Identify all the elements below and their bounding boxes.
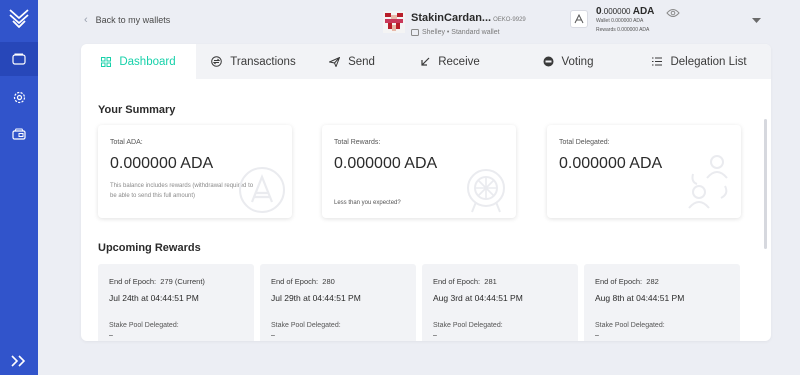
wallet-id: OEKO-9929 xyxy=(493,17,526,23)
back-to-wallets-link[interactable]: ‹ Back to my wallets xyxy=(84,14,170,26)
wallets-icon xyxy=(12,53,26,65)
yoroi-logo-icon xyxy=(9,9,29,28)
less-than-expected-link[interactable]: Less than you expected? xyxy=(334,200,401,206)
scrollbar[interactable] xyxy=(764,119,767,249)
top-bar: ‹ Back to my wallets StakinCardan... OEKO… xyxy=(38,0,800,42)
reward-epoch-card: End of Epoch: 279 (Current) Jul 24th at … xyxy=(98,264,254,341)
reward-epoch-card: End of Epoch: 280 Jul 29th at 04:44:51 P… xyxy=(260,264,416,341)
tab-delegation-list[interactable]: Delegation List xyxy=(628,44,771,79)
transactions-icon xyxy=(211,56,223,67)
staking-icon xyxy=(12,128,26,140)
balance-summary: 0.000000 ADA Wallet 0.000000 ADA Rewards… xyxy=(570,6,681,35)
back-label: Back to my wallets xyxy=(95,15,171,25)
rewards-watermark-icon xyxy=(467,169,505,213)
wallet-balance: Wallet 0.000000 ADA xyxy=(596,18,644,24)
delegation-watermark-icon xyxy=(688,155,728,209)
tab-bar: Dashboard Transactions Send Receive Voti… xyxy=(81,44,771,79)
summary-title: Your Summary xyxy=(98,104,176,116)
total-balance: 0.000000 ADA xyxy=(596,6,655,17)
expand-chevrons-icon[interactable] xyxy=(9,353,29,369)
send-icon xyxy=(329,56,341,67)
tab-transactions[interactable]: Transactions xyxy=(196,44,311,79)
total-ada-card: Total ADA: 0.000000 ADA This balance inc… xyxy=(98,125,292,218)
tab-receive[interactable]: Receive xyxy=(393,44,508,79)
chevron-down-icon[interactable] xyxy=(752,18,761,24)
wallet-name: StakinCardan... xyxy=(411,12,492,24)
sidebar xyxy=(0,0,38,375)
reward-epoch-card: End of Epoch: 281 Aug 3rd at 04:44:51 PM… xyxy=(422,264,578,341)
receive-icon xyxy=(421,57,430,66)
settings-icon xyxy=(13,91,25,103)
list-icon xyxy=(652,57,663,66)
sidebar-item-wallets[interactable] xyxy=(0,42,38,76)
voting-icon xyxy=(543,56,553,67)
wallet-type: Shelley • Standard wallet xyxy=(422,29,500,36)
dashboard-icon xyxy=(101,56,112,67)
main-panel: Dashboard Transactions Send Receive Voti… xyxy=(81,44,771,341)
total-rewards-card: Total Rewards: 0.000000 ADA Less than yo… xyxy=(322,125,516,218)
rewards-balance: Rewards 0.000000 ADA xyxy=(596,27,650,33)
tab-voting[interactable]: Voting xyxy=(508,44,628,79)
wallet-info[interactable]: StakinCardan... OEKO-9929 Shelley • Stand… xyxy=(383,8,526,36)
dashboard-content[interactable]: Your Summary Total ADA: 0.000000 ADA Thi… xyxy=(81,79,771,341)
wallet-type-icon xyxy=(411,29,419,36)
upcoming-title: Upcoming Rewards xyxy=(98,242,201,254)
wallet-plate-icon xyxy=(383,11,405,33)
ada-watermark-icon xyxy=(239,167,285,213)
tab-dashboard[interactable]: Dashboard xyxy=(81,44,196,79)
chevron-left-icon: ‹ xyxy=(84,14,88,26)
sidebar-item-settings[interactable] xyxy=(0,80,38,114)
total-delegated-card: Total Delegated: 0.000000 ADA xyxy=(547,125,741,218)
reward-epoch-card: End of Epoch: 282 Aug 8th at 04:44:51 PM… xyxy=(584,264,740,341)
sidebar-item-staking[interactable] xyxy=(0,117,38,151)
eye-icon[interactable] xyxy=(666,8,681,18)
ada-icon xyxy=(570,10,588,28)
tab-send[interactable]: Send xyxy=(311,44,393,79)
